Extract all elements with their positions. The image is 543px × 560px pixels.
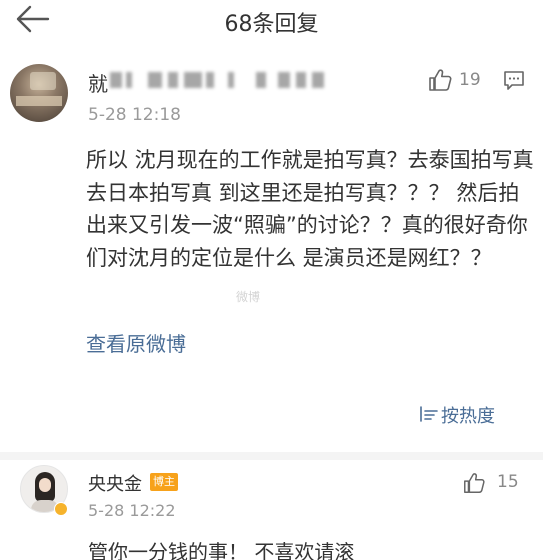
reply-username[interactable]: 央央金 <box>88 470 142 496</box>
watermark: 微博 <box>236 290 261 304</box>
like-count: 19 <box>459 70 481 90</box>
page-title: 68条回复 <box>224 12 319 37</box>
reply-item: 央央金 博主 5-28 12:22 15 管你一分钱的事！ 不喜欢请滚 <box>0 460 543 560</box>
section-divider <box>0 452 543 460</box>
view-original-link[interactable]: 查看原微博 <box>86 328 186 357</box>
username[interactable]: 就 <box>88 68 108 97</box>
like-count: 15 <box>497 472 519 492</box>
thumbs-up-icon[interactable] <box>427 67 453 93</box>
avatar[interactable] <box>10 64 68 122</box>
blogger-badge: 博主 <box>150 473 178 491</box>
comment-body: 所以 沈月现在的工作就是拍写真？去泰国拍写真去日本拍写真 到这里还是拍写真？？？… <box>86 148 534 270</box>
reply-timestamp: 5-28 12:22 <box>88 501 176 520</box>
verified-badge-icon <box>54 502 68 516</box>
main-comment: 就 5-28 12:18 19 所以 沈月现在的工作就是拍写真？去泰国拍写真去日… <box>0 40 543 440</box>
sort-icon <box>420 406 438 422</box>
comment-timestamp: 5-28 12:18 <box>88 105 181 125</box>
reply-body: 管你一分钱的事！ 不喜欢请滚 <box>88 540 355 560</box>
sort-label: 按热度 <box>441 406 495 427</box>
comment-icon[interactable] <box>503 69 525 91</box>
thumbs-up-icon[interactable] <box>462 471 486 495</box>
username-blurred <box>110 70 340 90</box>
top-bar: 68条回复 <box>0 0 543 40</box>
